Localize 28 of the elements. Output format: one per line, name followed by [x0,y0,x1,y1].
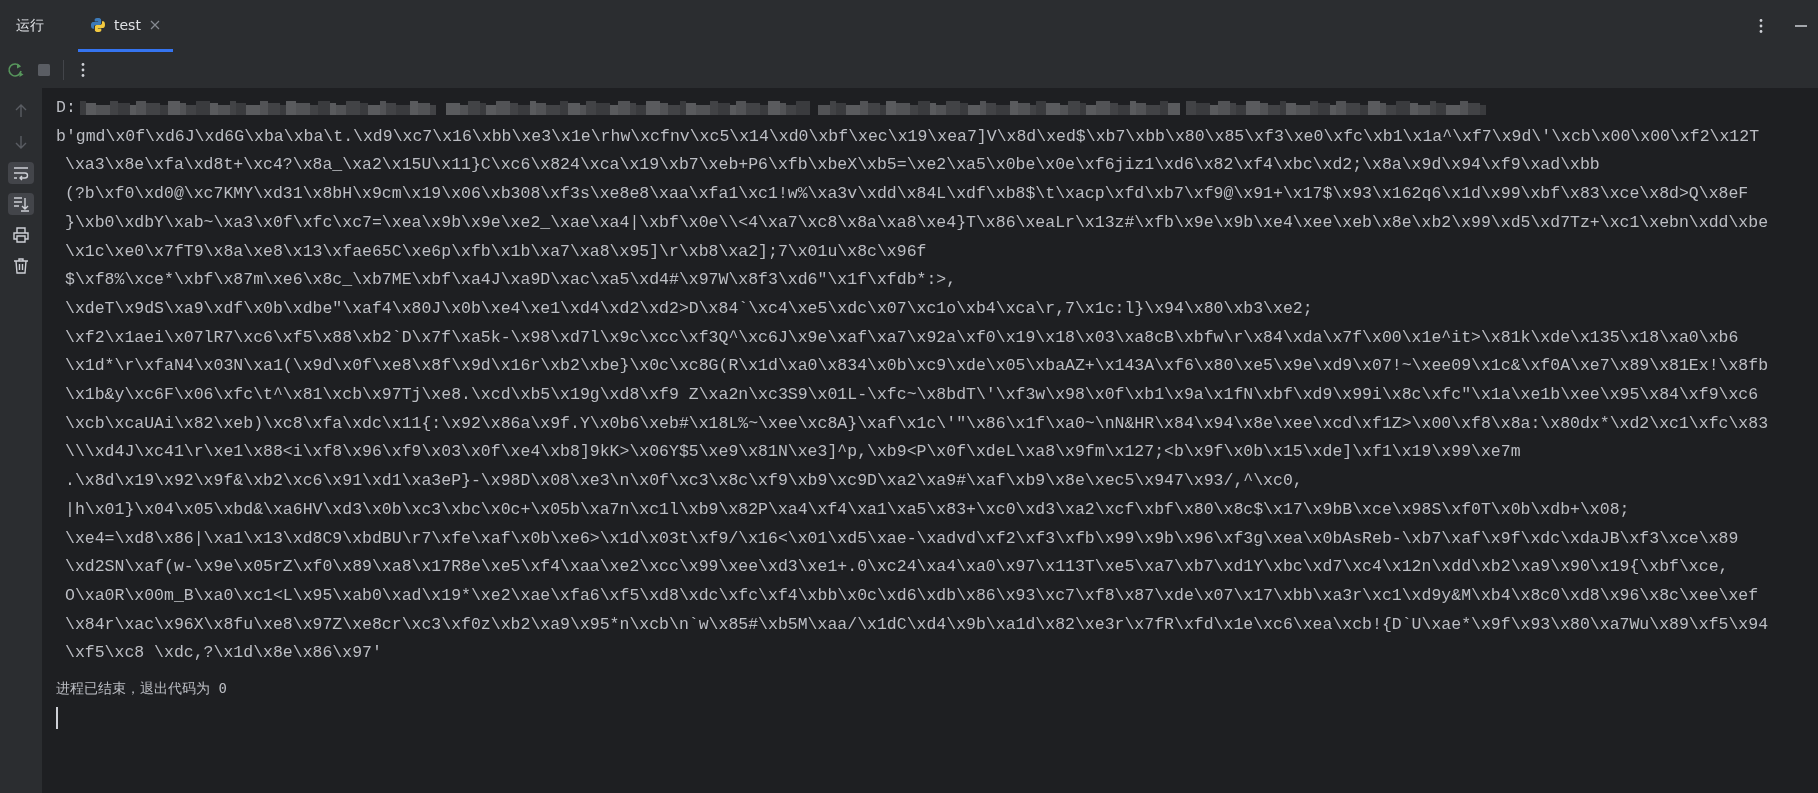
console-line: (?b\xf0\xd0@\xc7KMY\xd31\x8bH\x9cm\x19\x06\xb308\xf3s\xe8e8\xaa\xfa1\xc1!w%\xa3v\xdd\x84L\xdf\xb8$\t\xacp\xfd\xb7\xf9@\x91+\x17$\x93\x162q6\x1d\x99\xbf\x83\xce\x8d>Q\x8eF [65,183,1749,206]
console-line: O\xa0R\x00m_B\xa0\xc1<L\x95\xab0\xad\x19*\xe2\xae\xfa6\xf5\xd8\xdc\xfc\xf4\xbb\x0c\xd6\xdb\x86\x93\xc7\xf8\x87\xde\x07\x17\xbb\xa3r\xc1\xd9y&M\xb4\x8c0\xd8\x96\x8c\xee\xef [65,584,1759,607]
console-line: .\x8d\x19\x92\x9f&\xb2\xc6\x91\xd1\xa3eP}-\x98D\x08\xe3\n\x0f\xc3\x8c\xf9\xb9\xc9D\xa2\xa9#\xaf\xb9\x8e\xec5\x947\x93/,^\xc0, [65,470,1303,493]
console-line: |h\x01}\x04\x05\xbd&\xa6HV\xd3\x0b\xc3\xbc\x0c+\x05b\xa7n\xc1l\xb9\x82P\xa4\xf4\xa1\xa5\x83+\xc0\xd3\xa2\xcf\xbf\x80\x8c$\x17\x9bB\xce\x98S\xf0T\x0b\xdb+\x08; [65,498,1630,521]
console-line: \x1d*\r\xfaN4\x03N\xa1(\x9d\x0f\xe8\x8f\x9d\x16r\xb2\xbe}\x0c\xc8G(R\x1d\xa0\x834\x0b\xc9\xde\x05\xbaAZ+\x143A\xf6\x80\xe5\x9e\xd9\x07!~\xee09\x1c&\xf0A\xe7\x89\x81Ex!\x8fb [65,355,1769,378]
console-line: D: [56,97,76,119]
rerun-icon[interactable] [7,61,25,79]
exit-message: 进程已结束，退出代码为 0 [56,679,227,699]
console-line: \xcb\xcaUAi\x82\xeb)\xc8\xfa\xdc\x11{:\x92\x86a\x9f.Y\x0b6\xeb#\x18L%~\xee\xc8A}\xaf\x1c\'"\x86\x1f\xa0~\nN&HR\x84\x94\x8e\xee\xcd\xf1Z>\x00\xf8\x8a:\x80dx*\xd2\xc1\xfc\x83 [65,412,1769,435]
console-line: \x84r\xac\x96X\x8fu\xe8\x97Z\xe8cr\xc3\xf0z\xb2\xa9\x95*n\xcb\n`w\x85#\xb5M\xaa/\x1dC\xd4\x9b\xa1d\x82\xe3r\x7fR\xfd\x1e\xc6\xea\xcb!{D`U\xae*\x9f\x93\x80\xa7Wu\x89\xf5\x94 [65,613,1769,636]
console-line: $\xf8%\xce*\xbf\x87m\xe6\x8c_\xb7ME\xbf\xa4J\xa9D\xac\xa5\xd4#\x97W\x8f3\xd6"\x1f\xfdb*:>, [65,269,957,292]
console-line: \xf5\xc8 \xdc,?\x1d\x8e\x86\x97' [65,642,382,665]
console-line: \xa3\x8e\xfa\xd8t+\xc4?\x8a_\xa2\x15U\x11}C\xc6\x824\xca\x19\xb7\xeb+P6\xfb\xbeX\xb5=\xe2\xa5\x0be\x0e\xf6jiz1\xd6\x82\xf4\xbc\xd2;\x8a\x9d\x94\xf9\xad\xbb [65,154,1600,177]
tool-window-title: 运行 [16,17,44,35]
python-icon [90,16,106,33]
console-line: \xf2\x1aei\x07lR7\xc6\xf5\x88\xb2`D\x7f\xa5k-\x98\xd7l\x9c\xcc\xf3Q^\xc6J\x9e\xaf\xa7\x92a\xf0\x19\x18\x03\xa8cB\xbfw\r\x84\xda\x7f\x00\x1e^it>\x81k\xde\x135\x18\xa0\xb6 [65,326,1739,349]
console-line: \\\xd4J\xc41\r\xe1\x88<i\xf8\x96\xf9\x03\x0f\xe4\xb8]9kK>\x06Y$5\xe9\x81N\xe3]^p,\xb9<P\x0f\xdeL\xa8\x9fm\x127;<b\x9f\x0b\x15\xde]\xf1\x19\x99\xe7m [65,441,1521,464]
console-line: \xd2SN\xaf(w-\x9e\x05rZ\xf0\x89\xa8\x17R8e\xe5\xf4\xaa\xe2\xcc\x99\xee\xd3\xe1+.0\xc24\xa4\xa0\x97\x113T\xe5\xa7\xb7\xd1Y\xbc\xd7\xc4\x12n\xdd\xb2\xa9\x90\x19{\xbf\xce, [65,556,1729,579]
close-icon[interactable] [148,18,161,31]
console-line: \xe4=\xd8\x86|\xa1\x13\xd8C9\xbdBU\r7\xfe\xaf\x0b\xe6>\x1d\x03t\xf9/\x16<\x01\xd5\xae-\xadvd\xf2\xf3\xfb\x99\x9b\x96\xf3g\xea\x0bAsReb-\xb7\xaf\x9f\xdc\xdaJB\xf3\xce\x89 [65,527,1739,550]
text-cursor [56,706,58,729]
scroll-to-end-icon[interactable] [8,193,34,215]
console-line: \x1c\xe0\x7fT9\x8a\xe8\x13\xfae65C\xe6p\xfb\x1b\xa7\xa8\x95]\r\xb8\xa2];7\x01u\x8c\x96f [65,240,927,263]
soft-wrap-icon[interactable] [8,162,34,184]
console-line: }\xb0\xdbY\xab~\xa3\x0f\xfc\xc7=\xea\x9b\x9e\xe2_\xae\xa4|\xbf\x0e\\<4\xa7\xc8\x8a\xa8\xe4}T\x86\xeaLr\x13z#\xfb\x9e\x9b\xe4\xee\xeb\x8e\xb2\x99\xd5\xd7Tz+\xc1\xebn\xdd\xbe [65,211,1769,234]
console-line: \x1b&y\xc6F\x06\xfc\t^\x81\xcb\x97Tj\xe8.\xcd\xb5\x19g\xd8\xf9 Z\xa2n\xc3S9\x01L-\xfc~\x8bdT\'\xf3w\x98\x0f\xb1\x9a\x1fN\xbf\xd9\x99i\x8c\xfc"\x1a\xe1b\xee\x95\x84\xf9\xc6 [65,384,1759,407]
console-line: \xdeT\x9dS\xa9\xdf\x0b\xdbe"\xaf4\x80J\x0b\xe4\xe1\xd4\xd2\xd2>D\x84`\xc4\xe5\xdc\x07\xc1o\xb4\xca\r,7\x1c:l}\x94\x80\xb3\xe2; [65,297,1313,320]
console-line: b'gmd\x0f\xd6J\xd6G\xba\xba\t.\xd9\xc7\x16\xbb\xe3\x1e\rhw\xcfnv\xc5\x14\xd0\xbf\xec\x19\xea7]V\x8d\xed$\xb7\xbb\x80\x85\xf3\xe0\xfc\xb1\x1a^\xf7\x9d\'\xcb\x00\x00\xf2\x12T [56,125,1760,148]
